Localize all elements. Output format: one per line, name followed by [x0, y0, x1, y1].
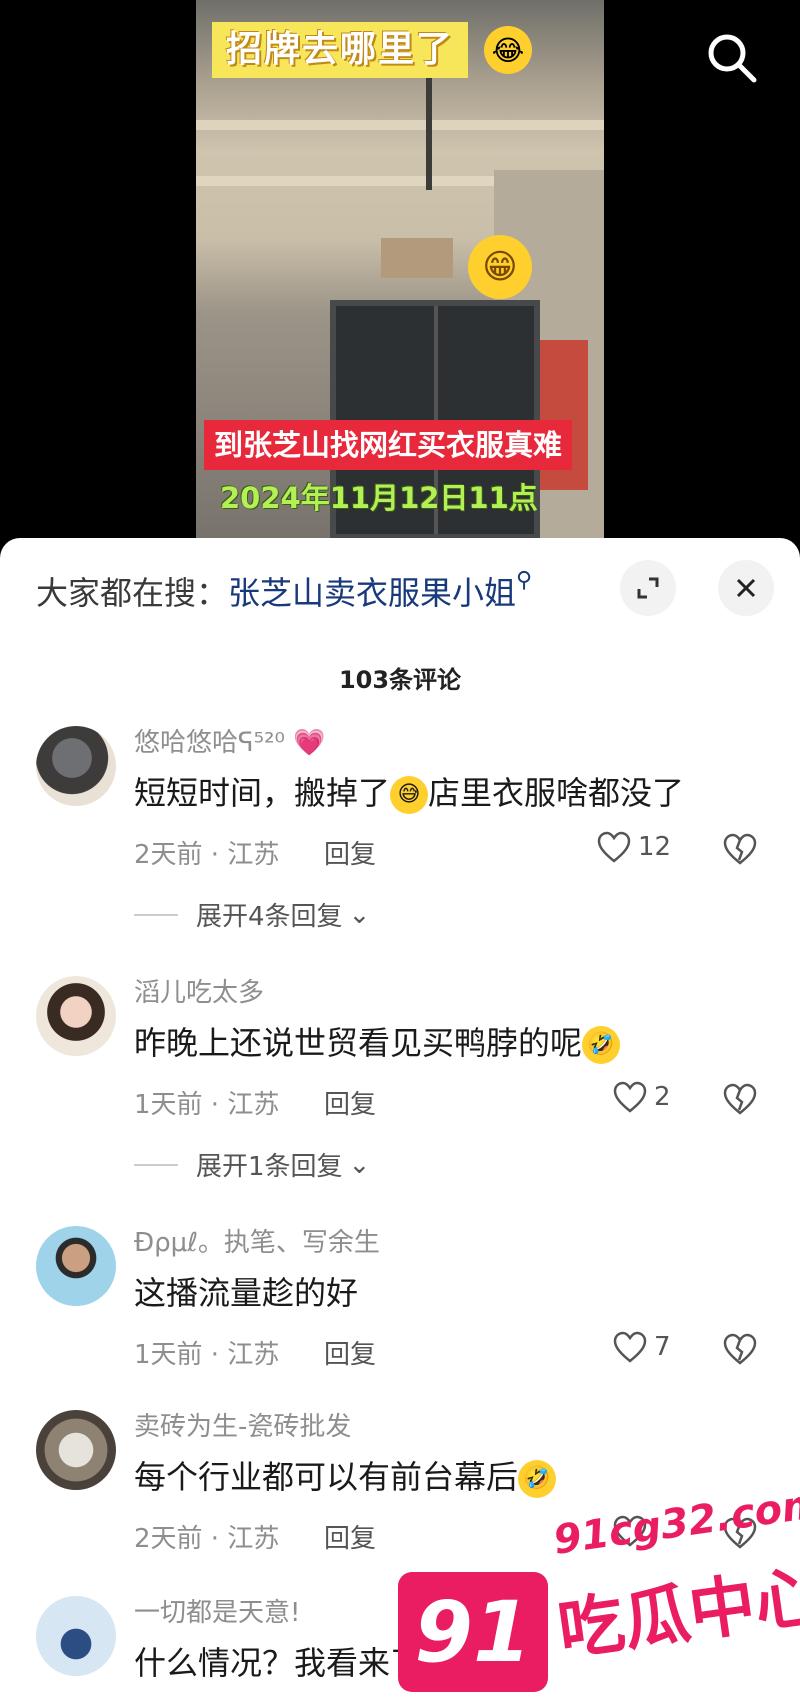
watermark-text: 吃瓜中心: [553, 1556, 800, 1670]
video-date: 2024年11月12日11点: [220, 481, 538, 515]
comment-username[interactable]: 悠哈悠哈ᕋ⁵²⁰ 💗: [134, 722, 326, 759]
ceiling-beam: [196, 120, 604, 130]
reply-button[interactable]: 回复: [324, 1518, 376, 1555]
broken-heart-icon[interactable]: [722, 1332, 758, 1366]
like-button[interactable]: 7: [612, 1330, 671, 1364]
comment-username[interactable]: 卖砖为生-瓷砖批发: [134, 1406, 351, 1443]
hot-search-label: 大家都在搜：: [36, 574, 229, 612]
video-title-banner: 招牌去哪里了: [212, 22, 469, 78]
heart-icon: [613, 1331, 647, 1363]
video-player[interactable]: 招牌去哪里了 😂 😁 到张芝山找网红买衣服真难 2024年11月12日11点: [0, 0, 800, 540]
like-button[interactable]: 2: [612, 1080, 671, 1114]
heart-badge-icon: 💗: [293, 728, 326, 758]
like-count: 2: [654, 1082, 671, 1112]
like-button[interactable]: 12: [596, 830, 671, 864]
close-button[interactable]: [718, 560, 774, 616]
avatar[interactable]: [36, 976, 116, 1056]
watermark-number: 91: [398, 1572, 548, 1692]
search-small-icon: ⚲: [516, 568, 533, 593]
rofl-emoji-icon: 😂: [484, 26, 532, 74]
expand-replies-button[interactable]: 展开1条回复 ⌄: [134, 1146, 370, 1183]
search-icon[interactable]: [700, 26, 764, 90]
comment-count: 103条评论: [338, 666, 462, 694]
removed-sign-patch: [381, 238, 453, 278]
chevron-down-icon: ⌄: [348, 899, 371, 930]
chevron-down-icon: ⌄: [348, 1149, 371, 1180]
hot-search-term[interactable]: 张芝山卖衣服果小姐: [228, 574, 516, 612]
comment-text: 这播流量趁的好: [134, 1274, 359, 1312]
avatar[interactable]: [36, 1226, 116, 1306]
broken-heart-icon[interactable]: [722, 832, 758, 866]
video-caption: 到张芝山找网红买衣服真难: [204, 420, 573, 470]
like-count: 7: [654, 1332, 671, 1362]
comment-text: 短短时间，搬掉了 😅 店里衣服啥都没了: [134, 774, 685, 814]
avatar[interactable]: [36, 726, 116, 806]
comment-meta: 2天前 · 江苏: [134, 840, 280, 870]
comment-text: 每个行业都可以有前台幕后 🤣: [134, 1452, 557, 1498]
hot-search[interactable]: 大家都在搜：张芝山卖衣服果小姐⚲: [36, 568, 532, 614]
heart-icon: [597, 831, 631, 863]
watermark-logo: 91 91cg32.com 吃瓜中心: [398, 1480, 800, 1701]
comment-meta: 1天前 · 江苏: [134, 1090, 280, 1120]
expand-replies-button[interactable]: 展开4条回复 ⌄: [134, 896, 370, 933]
expand-button[interactable]: [620, 560, 676, 616]
comment-meta: 2天前 · 江苏: [134, 1524, 280, 1554]
comment-text: 昨晚上还说世贸看见买鸭脖的呢 🤣: [134, 1018, 621, 1064]
comment-username[interactable]: 滔儿吃太多: [134, 972, 264, 1009]
pipe: [426, 60, 432, 190]
grin-emoji-icon: 😁: [468, 235, 532, 299]
avatar[interactable]: [36, 1410, 116, 1490]
expand-icon: [637, 577, 659, 599]
rofl-emoji-icon: 🤣: [518, 1460, 557, 1498]
close-icon: [736, 578, 756, 598]
heart-icon: [613, 1081, 647, 1113]
sweat-smile-emoji-icon: 😅: [390, 776, 429, 814]
reply-button[interactable]: 回复: [324, 1334, 376, 1371]
comment-meta: 1天前 · 江苏: [134, 1340, 280, 1370]
comment-username[interactable]: 一切都是天意!: [134, 1592, 300, 1629]
avatar[interactable]: [36, 1596, 116, 1676]
broken-heart-icon[interactable]: [722, 1082, 758, 1116]
comment-username[interactable]: Ɖρμℓ。执笔、写余生: [134, 1222, 380, 1259]
rofl-emoji-icon: 🤣: [582, 1026, 621, 1064]
like-count: 12: [638, 832, 672, 862]
reply-button[interactable]: 回复: [324, 834, 376, 871]
reply-button[interactable]: 回复: [324, 1084, 376, 1121]
